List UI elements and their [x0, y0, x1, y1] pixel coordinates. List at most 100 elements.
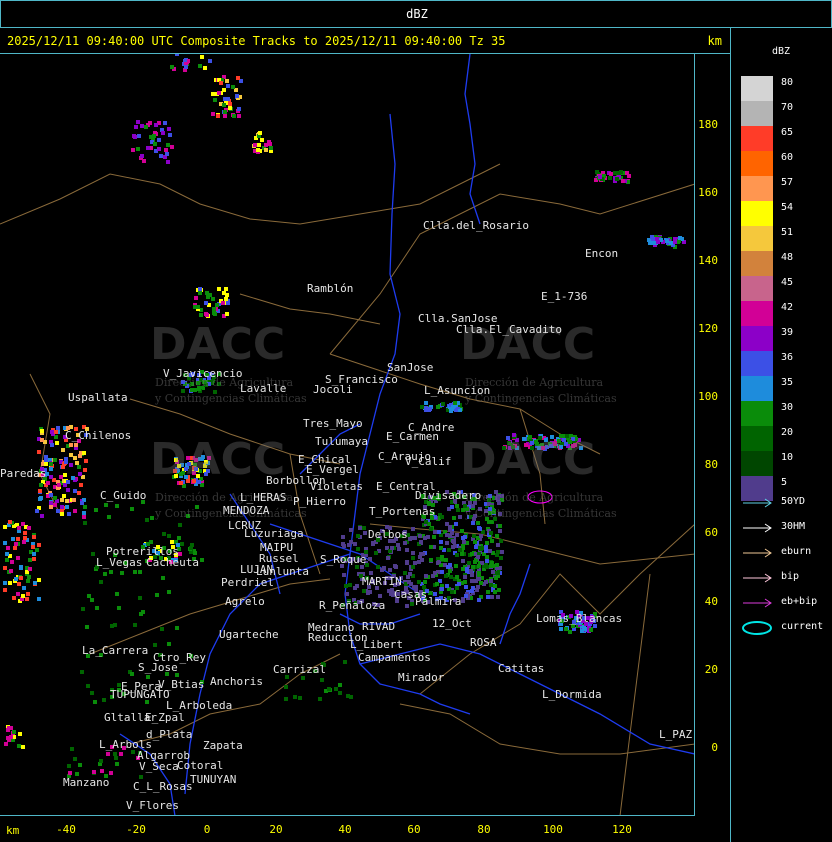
y-axis: 180 160 140 120 100 80 60 40 20 0 [695, 54, 730, 816]
track-legend-label: 30HM [781, 521, 806, 532]
y-tick: 80 [704, 458, 718, 471]
place-label: V_Flores [126, 799, 179, 812]
x-tick: 120 [612, 823, 632, 836]
place-label: La_Carrera [82, 644, 149, 657]
place-label: Manzano [63, 776, 110, 789]
place-label: Zapata [203, 739, 243, 752]
place-label: Mirador [398, 671, 445, 684]
place-label: V_Javicencio [163, 367, 243, 380]
legend-swatch [741, 176, 773, 201]
title-bar: dBZ [0, 0, 832, 28]
track-arrow-icon [743, 498, 772, 508]
place-label: Jocoli [313, 383, 353, 396]
legend-level-label: 65 [781, 127, 794, 138]
x-tick: 20 [269, 823, 283, 836]
legend-swatch [741, 376, 773, 401]
place-label: ROSA [470, 636, 497, 649]
unit-label-bottom: km [6, 824, 20, 837]
legend-level-label: 54 [781, 202, 794, 213]
x-tick: 100 [543, 823, 563, 836]
legend-level-label: 30 [781, 402, 794, 413]
place-label: S_Jose [138, 661, 178, 674]
place-label: SanJose [387, 361, 434, 374]
legend-swatch [741, 101, 773, 126]
legend-swatch [741, 426, 773, 451]
place-label: Campamentos [358, 651, 431, 664]
place-label: L_Vegas [96, 556, 143, 569]
legend-swatch [741, 326, 773, 351]
place-label: Divisadero [415, 489, 482, 502]
place-label: Ugarteche [219, 628, 279, 641]
x-tick: 0 [203, 823, 211, 836]
legend-level-label: 45 [781, 277, 794, 288]
place-label: Catitas [498, 662, 545, 675]
place-label: Carrizal [273, 663, 326, 676]
legend-level-label: 10 [781, 452, 794, 463]
legend-swatch [741, 201, 773, 226]
place-label: L_Dormida [542, 688, 602, 701]
unit-label-top: km [707, 34, 722, 48]
legend-swatch [741, 251, 773, 276]
track-legend-label: bip [781, 571, 800, 582]
legend-panel: dBZ 80 70 65 60 57 54 51 48 45 42 39 36 35 30 20 10 5 50… [730, 28, 832, 842]
x-tick: 40 [338, 823, 352, 836]
track-legend-item: eb+bip [741, 596, 817, 613]
legend-level-label: 5 [781, 477, 788, 488]
place-label: L_PAZ [659, 728, 693, 741]
track-legend-item: 50YD [741, 496, 805, 513]
y-tick: 0 [711, 741, 718, 754]
legend-swatch [741, 276, 773, 301]
place-label: C_Chilenos [65, 429, 132, 442]
place-label: Ramblón [307, 282, 354, 295]
legend-level-label: 57 [781, 177, 794, 188]
legend-swatch [741, 76, 773, 101]
place-label: MARTIN [362, 575, 402, 588]
place-label: Clla.El_Cavadito [456, 323, 562, 336]
track-arrow-icon [743, 573, 772, 583]
track-legend-item: bip [741, 571, 799, 588]
track-arrow-icon [743, 598, 772, 608]
place-label: MENDOZA [223, 504, 270, 517]
track-legend-label: eburn [781, 546, 812, 557]
place-label: C_L_Rosas [133, 780, 193, 793]
subtitle-bar: 2025/12/11 09:40:00 UTC Composite Tracks… [0, 28, 730, 54]
legend-level-label: 20 [781, 427, 794, 438]
x-tick: -40 [56, 823, 76, 836]
legend-level-label: 35 [781, 377, 794, 388]
place-label: Casas [394, 588, 428, 601]
place-label: L_HERAS [240, 491, 287, 504]
place-label: Luzuriaga [244, 527, 304, 540]
legend-level-label: 48 [781, 252, 794, 263]
legend-swatch [741, 401, 773, 426]
y-tick: 60 [704, 526, 718, 539]
y-tick: 20 [704, 663, 718, 676]
y-tick: 100 [698, 390, 718, 403]
place-label: C_Guido [100, 489, 147, 502]
place-label: d_Plata [146, 728, 193, 741]
radar-map[interactable]: DACC Dirección de Agricultura y Continge… [0, 54, 695, 816]
place-label: Lavalle [240, 382, 287, 395]
y-tick: 40 [704, 595, 718, 608]
x-tick: -20 [126, 823, 146, 836]
timestamp-subtitle: 2025/12/11 09:40:00 UTC Composite Tracks… [7, 34, 506, 48]
legend-level-label: 70 [781, 102, 794, 113]
place-label: Agrelo [225, 595, 265, 608]
place-label: V_Seca [139, 760, 179, 773]
place-label: Lomas_Blancas [536, 612, 623, 625]
place-label: Cotoral [177, 759, 224, 772]
y-tick: 160 [698, 186, 718, 199]
place-label: Encon [585, 247, 619, 260]
place-label: Paredas [0, 467, 47, 480]
place-label: L_Libert [350, 638, 403, 651]
x-tick: 80 [477, 823, 491, 836]
legend-swatch [741, 126, 773, 151]
legend-title: dBZ [771, 46, 791, 57]
place-label: Anchoris [210, 675, 263, 688]
place-label: E_Carmen [386, 430, 439, 443]
y-tick: 180 [698, 118, 718, 131]
place-label: Violetas [310, 480, 363, 493]
track-legend-item: 30HM [741, 521, 805, 538]
legend-level-label: 60 [781, 152, 794, 163]
place-label: S_Roque [320, 553, 367, 566]
track-legend-label: eb+bip [781, 596, 818, 607]
